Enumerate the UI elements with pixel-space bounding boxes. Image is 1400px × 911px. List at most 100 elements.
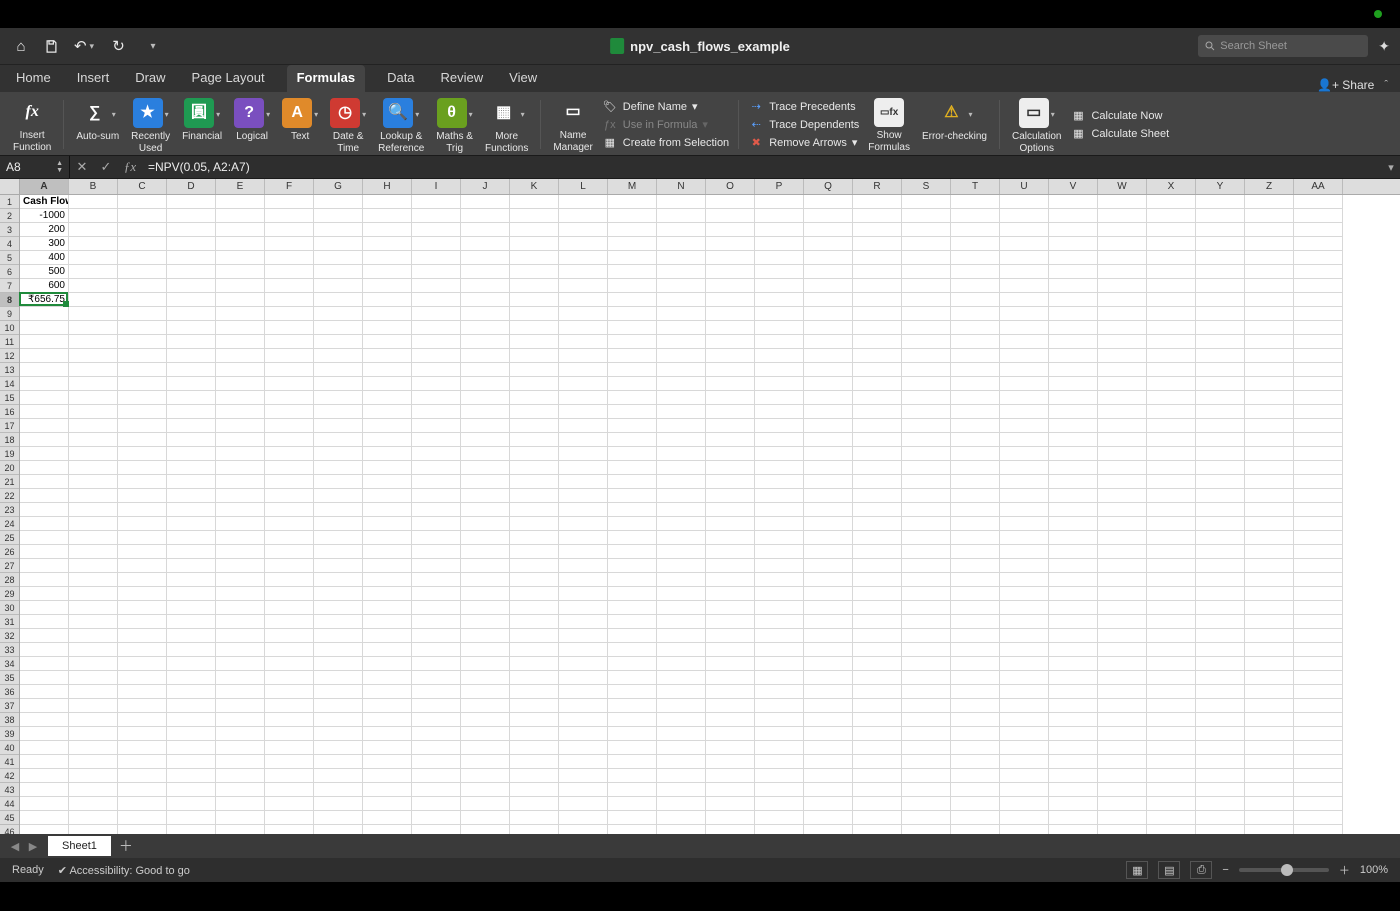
cell[interactable] [265, 405, 314, 419]
cell[interactable] [1245, 825, 1294, 834]
cell[interactable] [559, 517, 608, 531]
cell[interactable] [314, 209, 363, 223]
cell[interactable] [1147, 307, 1196, 321]
cell[interactable] [559, 251, 608, 265]
cell[interactable] [706, 335, 755, 349]
cell[interactable] [1098, 755, 1147, 769]
cell[interactable] [69, 461, 118, 475]
cell[interactable] [216, 251, 265, 265]
cell[interactable] [69, 405, 118, 419]
cell[interactable] [461, 615, 510, 629]
cell[interactable] [902, 405, 951, 419]
view-page-break-button[interactable]: ⎙ [1190, 861, 1212, 879]
cell[interactable] [216, 573, 265, 587]
cell[interactable] [1294, 699, 1343, 713]
cell[interactable] [461, 503, 510, 517]
cell[interactable] [804, 279, 853, 293]
cell[interactable] [755, 237, 804, 251]
cell[interactable] [1245, 797, 1294, 811]
cell[interactable] [1245, 615, 1294, 629]
cell[interactable] [951, 685, 1000, 699]
cell[interactable] [1294, 461, 1343, 475]
cell[interactable] [167, 517, 216, 531]
cell[interactable] [363, 531, 412, 545]
cell[interactable] [559, 405, 608, 419]
cell[interactable] [1098, 559, 1147, 573]
cell[interactable] [559, 489, 608, 503]
cell[interactable] [314, 559, 363, 573]
calculation-options-button[interactable]: ▭▾ Calculation Options [1009, 96, 1064, 153]
cell[interactable] [363, 489, 412, 503]
cell[interactable] [216, 741, 265, 755]
cell[interactable] [265, 783, 314, 797]
cell[interactable] [706, 657, 755, 671]
row-header[interactable]: 30 [0, 601, 19, 615]
cell[interactable] [706, 601, 755, 615]
cell[interactable] [902, 727, 951, 741]
cell[interactable] [20, 797, 69, 811]
trace-precedents-button[interactable]: ⇢Trace Precedents [748, 100, 859, 114]
cell[interactable] [755, 713, 804, 727]
cell[interactable] [69, 517, 118, 531]
cell[interactable]: 200 [20, 223, 69, 237]
cell[interactable] [314, 615, 363, 629]
cell[interactable] [657, 223, 706, 237]
cell[interactable] [1049, 531, 1098, 545]
cell[interactable] [1000, 349, 1049, 363]
column-header[interactable]: A [20, 179, 69, 194]
cell[interactable] [1294, 783, 1343, 797]
cell[interactable] [1196, 629, 1245, 643]
cell[interactable] [902, 517, 951, 531]
cell[interactable] [853, 643, 902, 657]
cell[interactable] [216, 433, 265, 447]
cell[interactable] [853, 769, 902, 783]
cell[interactable] [657, 727, 706, 741]
column-header[interactable]: L [559, 179, 608, 194]
row-header[interactable]: 9 [0, 307, 19, 321]
cell[interactable] [853, 741, 902, 755]
calculate-sheet-button[interactable]: ▦Calculate Sheet [1070, 127, 1169, 141]
cell[interactable] [1196, 489, 1245, 503]
cell[interactable] [69, 629, 118, 643]
cell[interactable] [853, 825, 902, 834]
row-header[interactable]: 13 [0, 363, 19, 377]
cell[interactable] [1049, 825, 1098, 834]
cell[interactable] [1196, 363, 1245, 377]
cell[interactable] [363, 755, 412, 769]
cell[interactable] [118, 307, 167, 321]
cell[interactable] [1000, 307, 1049, 321]
cell[interactable] [804, 349, 853, 363]
cell[interactable] [608, 685, 657, 699]
cell[interactable] [412, 713, 461, 727]
cell[interactable] [1000, 825, 1049, 834]
cell[interactable] [69, 391, 118, 405]
cell[interactable] [1000, 377, 1049, 391]
cell[interactable] [363, 377, 412, 391]
cell[interactable] [804, 629, 853, 643]
cell[interactable] [118, 237, 167, 251]
cell[interactable] [608, 447, 657, 461]
cell[interactable] [461, 601, 510, 615]
cell[interactable] [314, 685, 363, 699]
cell[interactable] [167, 503, 216, 517]
cell[interactable] [1049, 377, 1098, 391]
cell[interactable] [657, 293, 706, 307]
column-header[interactable]: V [1049, 179, 1098, 194]
create-from-selection-button[interactable]: ▦Create from Selection [602, 136, 729, 150]
cell[interactable] [1098, 405, 1147, 419]
cell[interactable] [265, 559, 314, 573]
cell[interactable] [118, 293, 167, 307]
cell[interactable] [1294, 587, 1343, 601]
cell[interactable] [314, 293, 363, 307]
row-header[interactable]: 10 [0, 321, 19, 335]
cell[interactable] [853, 307, 902, 321]
cell[interactable] [608, 643, 657, 657]
cell[interactable] [461, 517, 510, 531]
cell[interactable] [1196, 699, 1245, 713]
cell[interactable] [265, 391, 314, 405]
cell[interactable] [902, 475, 951, 489]
cell[interactable] [804, 293, 853, 307]
cell[interactable] [1147, 321, 1196, 335]
cell[interactable] [118, 335, 167, 349]
cell[interactable] [608, 307, 657, 321]
